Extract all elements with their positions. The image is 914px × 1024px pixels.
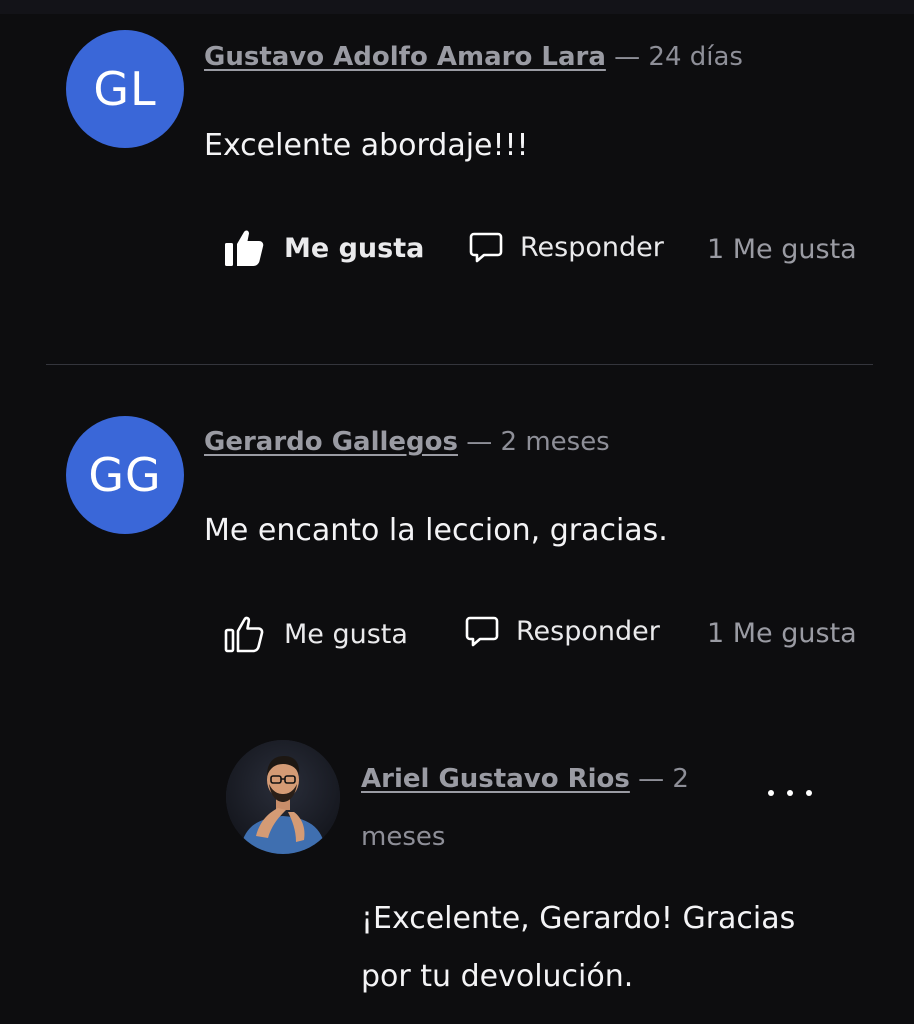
comment-meta: Gustavo Adolfo Amaro Lara — 24 días bbox=[204, 42, 743, 72]
comment-meta: Gerardo Gallegos — 2 meses bbox=[204, 427, 610, 457]
comment-text: Excelente abordaje!!! bbox=[204, 128, 529, 163]
reply-button[interactable]: Responder bbox=[469, 230, 664, 264]
comment-text: Me encanto la leccion, gracias. bbox=[204, 513, 668, 548]
like-label: Me gusta bbox=[284, 618, 408, 650]
reply-author-link[interactable]: Ariel Gustavo Rios bbox=[361, 764, 630, 794]
reply-label: Responder bbox=[516, 615, 660, 647]
avatar-initials: GL bbox=[93, 62, 157, 116]
thumbs-up-filled-icon bbox=[224, 228, 266, 268]
like-button[interactable]: Me gusta bbox=[224, 228, 424, 268]
reply-text: ¡Excelente, Gerardo! Gracias por tu devo… bbox=[361, 901, 796, 994]
more-options-button[interactable] bbox=[768, 780, 812, 806]
more-horizontal-icon-dot bbox=[787, 790, 793, 796]
avatar-initials: GG bbox=[88, 448, 162, 502]
like-button[interactable]: Me gusta bbox=[224, 614, 408, 654]
thumbs-up-outline-icon bbox=[224, 614, 266, 654]
avatar[interactable]: GG bbox=[66, 416, 184, 534]
like-label: Me gusta bbox=[284, 232, 425, 264]
likes-count: 1 Me gusta bbox=[707, 234, 857, 265]
avatar-photo[interactable] bbox=[226, 740, 340, 854]
speech-bubble-icon bbox=[469, 230, 503, 264]
likes-count: 1 Me gusta bbox=[707, 618, 857, 649]
avatar[interactable]: GL bbox=[66, 30, 184, 148]
comment-time: — 24 días bbox=[605, 42, 743, 72]
more-horizontal-icon-dot bbox=[806, 790, 812, 796]
comment-time: — 2 meses bbox=[457, 427, 610, 457]
reply-meta: Ariel Gustavo Rios — 2 meses bbox=[361, 750, 741, 866]
more-horizontal-icon bbox=[768, 790, 774, 796]
comment-author-link[interactable]: Gerardo Gallegos bbox=[204, 427, 458, 457]
top-bar bbox=[0, 0, 914, 14]
comment-author-link[interactable]: Gustavo Adolfo Amaro Lara bbox=[204, 42, 606, 72]
divider bbox=[46, 364, 873, 365]
reply-label: Responder bbox=[520, 231, 664, 263]
speech-bubble-icon bbox=[465, 614, 499, 648]
reply-button[interactable]: Responder bbox=[465, 614, 660, 648]
person-photo-icon bbox=[226, 740, 340, 854]
